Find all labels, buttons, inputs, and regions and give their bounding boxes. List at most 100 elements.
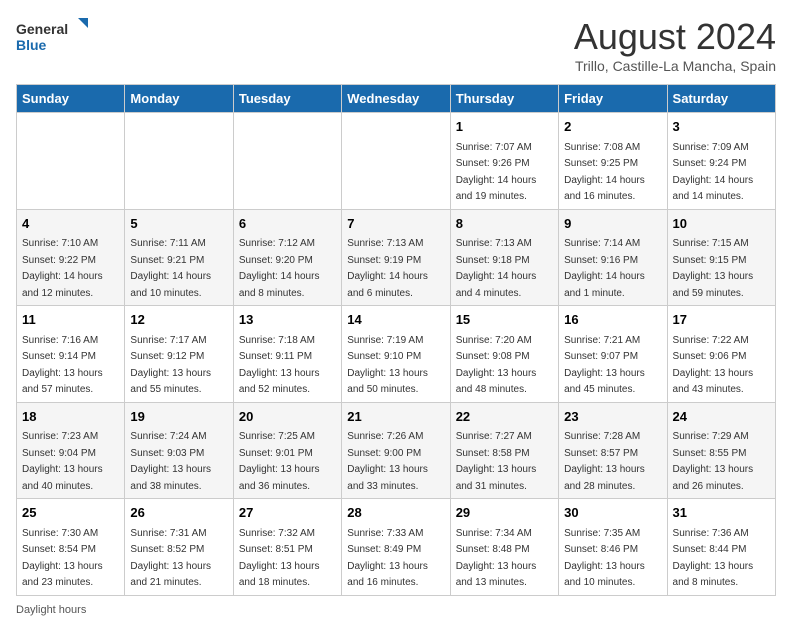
calendar-cell: 13 Sunrise: 7:18 AM Sunset: 9:11 PM Dayli… <box>233 306 341 403</box>
day-info: Sunrise: 7:27 AM Sunset: 8:58 PM Dayligh… <box>456 431 537 492</box>
calendar-cell: 15Sunrise: 7:20 AM Sunset: 9:08 PM Dayli… <box>450 306 558 403</box>
day-number: 25 <box>22 503 119 523</box>
day-header-friday: Friday <box>559 85 667 113</box>
day-info: Sunrise: 7:34 AM Sunset: 8:48 PM Dayligh… <box>456 528 537 589</box>
calendar-cell: 23 Sunrise: 7:28 AM Sunset: 8:57 PM Dayli… <box>559 402 667 499</box>
day-info: Sunrise: 7:17 AM Sunset: 9:12 PM Dayligh… <box>130 335 211 396</box>
day-info: Sunrise: 7:31 AM Sunset: 8:52 PM Dayligh… <box>130 528 211 589</box>
calendar-cell: 7 Sunrise: 7:13 AM Sunset: 9:19 PM Daylig… <box>342 209 450 306</box>
day-number: 18 <box>22 407 119 427</box>
day-header-monday: Monday <box>125 85 233 113</box>
day-info: Sunrise: 7:15 AM Sunset: 9:15 PM Dayligh… <box>673 238 754 299</box>
day-number: 21 <box>347 407 444 427</box>
day-info: Sunrise: 7:16 AM Sunset: 9:14 PM Dayligh… <box>22 335 103 396</box>
calendar-cell: 18 Sunrise: 7:23 AM Sunset: 9:04 PM Dayli… <box>17 402 125 499</box>
calendar-cell: 11Sunrise: 7:16 AM Sunset: 9:14 PM Dayli… <box>17 306 125 403</box>
calendar-cell: 22 Sunrise: 7:27 AM Sunset: 8:58 PM Dayli… <box>450 402 558 499</box>
calendar-cell: 12 Sunrise: 7:17 AM Sunset: 9:12 PM Dayli… <box>125 306 233 403</box>
day-number: 4 <box>22 214 119 234</box>
days-header-row: SundayMondayTuesdayWednesdayThursdayFrid… <box>17 85 776 113</box>
day-info: Sunrise: 7:28 AM Sunset: 8:57 PM Dayligh… <box>564 431 645 492</box>
day-info: Sunrise: 7:14 AM Sunset: 9:16 PM Dayligh… <box>564 238 645 299</box>
day-number: 12 <box>130 310 227 330</box>
calendar-cell: 14 Sunrise: 7:19 AM Sunset: 9:10 PM Dayli… <box>342 306 450 403</box>
week-row-4: 18 Sunrise: 7:23 AM Sunset: 9:04 PM Dayli… <box>17 402 776 499</box>
day-header-tuesday: Tuesday <box>233 85 341 113</box>
footer: Daylight hours <box>16 604 776 616</box>
calendar-cell <box>17 113 125 210</box>
calendar-cell: 10 Sunrise: 7:15 AM Sunset: 9:15 PM Dayli… <box>667 209 775 306</box>
header: GeneralBlue August 2024 Trillo, Castille… <box>16 16 776 74</box>
calendar-cell: 19 Sunrise: 7:24 AM Sunset: 9:03 PM Dayli… <box>125 402 233 499</box>
calendar-cell: 30 Sunrise: 7:35 AM Sunset: 8:46 PM Dayli… <box>559 499 667 596</box>
day-info: Sunrise: 7:32 AM Sunset: 8:51 PM Dayligh… <box>239 528 320 589</box>
calendar-cell <box>233 113 341 210</box>
week-row-2: 4 Sunrise: 7:10 AM Sunset: 9:22 PM Daylig… <box>17 209 776 306</box>
day-number: 1 <box>456 117 553 137</box>
day-number: 23 <box>564 407 661 427</box>
svg-text:Blue: Blue <box>16 37 47 53</box>
day-number: 28 <box>347 503 444 523</box>
day-info: Sunrise: 7:25 AM Sunset: 9:01 PM Dayligh… <box>239 431 320 492</box>
day-number: 10 <box>673 214 770 234</box>
day-number: 17 <box>673 310 770 330</box>
day-number: 2 <box>564 117 661 137</box>
calendar-cell: 5Sunrise: 7:11 AM Sunset: 9:21 PM Daylig… <box>125 209 233 306</box>
day-number: 22 <box>456 407 553 427</box>
day-info: Sunrise: 7:36 AM Sunset: 8:44 PM Dayligh… <box>673 528 754 589</box>
day-info: Sunrise: 7:13 AM Sunset: 9:19 PM Dayligh… <box>347 238 428 299</box>
day-number: 7 <box>347 214 444 234</box>
day-number: 13 <box>239 310 336 330</box>
week-row-3: 11Sunrise: 7:16 AM Sunset: 9:14 PM Dayli… <box>17 306 776 403</box>
calendar-cell: 17Sunrise: 7:22 AM Sunset: 9:06 PM Dayli… <box>667 306 775 403</box>
day-number: 31 <box>673 503 770 523</box>
day-number: 24 <box>673 407 770 427</box>
day-info: Sunrise: 7:07 AM Sunset: 9:26 PM Dayligh… <box>456 142 537 203</box>
day-info: Sunrise: 7:24 AM Sunset: 9:03 PM Dayligh… <box>130 431 211 492</box>
logo: GeneralBlue <box>16 16 96 56</box>
day-header-sunday: Sunday <box>17 85 125 113</box>
calendar-cell: 28Sunrise: 7:33 AM Sunset: 8:49 PM Dayli… <box>342 499 450 596</box>
day-number: 20 <box>239 407 336 427</box>
calendar-cell: 27 Sunrise: 7:32 AM Sunset: 8:51 PM Dayli… <box>233 499 341 596</box>
calendar-title: August 2024 <box>574 16 776 58</box>
day-number: 3 <box>673 117 770 137</box>
day-header-saturday: Saturday <box>667 85 775 113</box>
day-number: 27 <box>239 503 336 523</box>
daylight-label: Daylight hours <box>16 604 86 616</box>
calendar-cell <box>342 113 450 210</box>
calendar-cell: 29 Sunrise: 7:34 AM Sunset: 8:48 PM Dayli… <box>450 499 558 596</box>
calendar-subtitle: Trillo, Castille-La Mancha, Spain <box>574 58 776 74</box>
calendar-cell: 1 Sunrise: 7:07 AM Sunset: 9:26 PM Daylig… <box>450 113 558 210</box>
day-number: 9 <box>564 214 661 234</box>
calendar-cell: 31 Sunrise: 7:36 AM Sunset: 8:44 PM Dayli… <box>667 499 775 596</box>
week-row-1: 1 Sunrise: 7:07 AM Sunset: 9:26 PM Daylig… <box>17 113 776 210</box>
day-info: Sunrise: 7:12 AM Sunset: 9:20 PM Dayligh… <box>239 238 320 299</box>
day-number: 29 <box>456 503 553 523</box>
calendar-cell: 6Sunrise: 7:12 AM Sunset: 9:20 PM Daylig… <box>233 209 341 306</box>
logo-svg: GeneralBlue <box>16 16 96 56</box>
day-number: 19 <box>130 407 227 427</box>
day-info: Sunrise: 7:30 AM Sunset: 8:54 PM Dayligh… <box>22 528 103 589</box>
day-info: Sunrise: 7:13 AM Sunset: 9:18 PM Dayligh… <box>456 238 537 299</box>
day-info: Sunrise: 7:23 AM Sunset: 9:04 PM Dayligh… <box>22 431 103 492</box>
day-info: Sunrise: 7:35 AM Sunset: 8:46 PM Dayligh… <box>564 528 645 589</box>
day-info: Sunrise: 7:20 AM Sunset: 9:08 PM Dayligh… <box>456 335 537 396</box>
calendar-cell: 8Sunrise: 7:13 AM Sunset: 9:18 PM Daylig… <box>450 209 558 306</box>
day-info: Sunrise: 7:08 AM Sunset: 9:25 PM Dayligh… <box>564 142 645 203</box>
day-header-thursday: Thursday <box>450 85 558 113</box>
calendar-cell: 26Sunrise: 7:31 AM Sunset: 8:52 PM Dayli… <box>125 499 233 596</box>
day-number: 14 <box>347 310 444 330</box>
day-info: Sunrise: 7:18 AM Sunset: 9:11 PM Dayligh… <box>239 335 320 396</box>
calendar-cell: 25 Sunrise: 7:30 AM Sunset: 8:54 PM Dayli… <box>17 499 125 596</box>
day-info: Sunrise: 7:29 AM Sunset: 8:55 PM Dayligh… <box>673 431 754 492</box>
day-number: 30 <box>564 503 661 523</box>
day-info: Sunrise: 7:09 AM Sunset: 9:24 PM Dayligh… <box>673 142 754 203</box>
day-info: Sunrise: 7:19 AM Sunset: 9:10 PM Dayligh… <box>347 335 428 396</box>
calendar-cell: 16Sunrise: 7:21 AM Sunset: 9:07 PM Dayli… <box>559 306 667 403</box>
calendar-cell: 21Sunrise: 7:26 AM Sunset: 9:00 PM Dayli… <box>342 402 450 499</box>
day-info: Sunrise: 7:10 AM Sunset: 9:22 PM Dayligh… <box>22 238 103 299</box>
week-row-5: 25 Sunrise: 7:30 AM Sunset: 8:54 PM Dayli… <box>17 499 776 596</box>
calendar-cell: 20 Sunrise: 7:25 AM Sunset: 9:01 PM Dayli… <box>233 402 341 499</box>
calendar-cell: 2 Sunrise: 7:08 AM Sunset: 9:25 PM Daylig… <box>559 113 667 210</box>
